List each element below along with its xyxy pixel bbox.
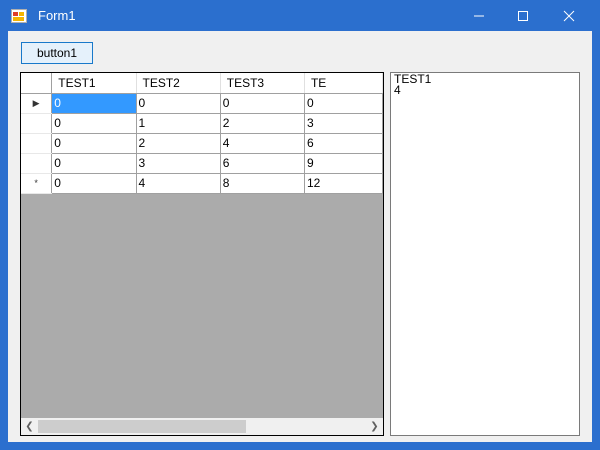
grid-corner-header[interactable] bbox=[21, 73, 53, 94]
row-header[interactable] bbox=[21, 133, 53, 154]
grid-cell[interactable]: 0 bbox=[51, 93, 137, 114]
column-header-test4[interactable]: TE bbox=[304, 73, 383, 94]
row-header-new-row-icon[interactable]: * bbox=[21, 173, 53, 194]
close-button[interactable] bbox=[546, 0, 592, 31]
column-header-test3[interactable]: TEST3 bbox=[220, 73, 305, 94]
table-row: 0 2 4 6 bbox=[21, 133, 383, 154]
row-header-current-icon[interactable]: ▶ bbox=[21, 93, 53, 114]
grid-cell[interactable]: 0 bbox=[51, 153, 137, 174]
table-row: ▶ 0 0 0 0 bbox=[21, 93, 383, 114]
grid-cell[interactable]: 0 bbox=[220, 93, 305, 114]
scroll-right-icon[interactable]: ❯ bbox=[366, 418, 383, 435]
grid-viewport: TEST1 TEST2 TEST3 TE ▶ 0 0 0 0 0 1 2 3 0… bbox=[21, 73, 383, 418]
grid-cell[interactable]: 3 bbox=[304, 113, 383, 134]
grid-cell[interactable]: 6 bbox=[220, 153, 305, 174]
horizontal-scrollbar[interactable]: ❮ ❯ bbox=[21, 418, 383, 435]
grid-cell[interactable]: 6 bbox=[304, 133, 383, 154]
column-header-test1[interactable]: TEST1 bbox=[51, 73, 137, 94]
grid-cell[interactable]: 9 bbox=[304, 153, 383, 174]
column-header-test2[interactable]: TEST2 bbox=[136, 73, 221, 94]
row-header[interactable] bbox=[21, 113, 53, 134]
form-client-area: button1 TEST1 TEST2 TEST3 TE ▶ 0 0 0 0 0… bbox=[8, 31, 592, 442]
grid-cell[interactable]: 0 bbox=[304, 93, 383, 114]
grid-cell[interactable]: 0 bbox=[51, 173, 137, 194]
data-grid-view[interactable]: TEST1 TEST2 TEST3 TE ▶ 0 0 0 0 0 1 2 3 0… bbox=[20, 72, 384, 436]
title-bar[interactable]: Form1 bbox=[0, 0, 600, 31]
button1[interactable]: button1 bbox=[21, 42, 93, 64]
minimize-button[interactable] bbox=[456, 0, 502, 31]
app-icon bbox=[11, 8, 27, 24]
table-row-new: * 0 4 8 12 bbox=[21, 173, 383, 194]
maximize-icon bbox=[518, 11, 528, 21]
scrollbar-thumb[interactable] bbox=[38, 420, 246, 433]
grid-cell[interactable]: 0 bbox=[51, 133, 137, 154]
window-title: Form1 bbox=[38, 8, 76, 23]
grid-cell[interactable]: 2 bbox=[136, 133, 221, 154]
close-icon bbox=[563, 10, 575, 22]
grid-cell[interactable]: 1 bbox=[136, 113, 221, 134]
data-grid-table: TEST1 TEST2 TEST3 TE ▶ 0 0 0 0 0 1 2 3 0… bbox=[21, 73, 383, 194]
grid-cell[interactable]: 0 bbox=[51, 113, 137, 134]
grid-cell[interactable]: 4 bbox=[220, 133, 305, 154]
app-window: Form1 button1 TEST1 TEST2 TEST3 TE ▶ 0 0… bbox=[0, 0, 600, 450]
minimize-icon bbox=[474, 15, 484, 17]
grid-cell[interactable]: 2 bbox=[220, 113, 305, 134]
grid-cell[interactable]: 0 bbox=[136, 93, 221, 114]
scroll-left-icon[interactable]: ❮ bbox=[21, 418, 38, 435]
grid-cell[interactable]: 12 bbox=[304, 173, 383, 194]
table-row: 0 1 2 3 bbox=[21, 113, 383, 134]
grid-cell[interactable]: 4 bbox=[136, 173, 221, 194]
grid-cell[interactable]: 8 bbox=[220, 173, 305, 194]
header-row: TEST1 TEST2 TEST3 TE bbox=[21, 73, 383, 94]
output-textbox[interactable]: TEST1 4 bbox=[390, 72, 580, 436]
row-header[interactable] bbox=[21, 153, 53, 174]
textbox-line: 4 bbox=[394, 83, 401, 97]
maximize-button[interactable] bbox=[500, 0, 546, 31]
table-row: 0 3 6 9 bbox=[21, 153, 383, 174]
textbox-line: TEST1 bbox=[394, 72, 432, 86]
grid-cell[interactable]: 3 bbox=[136, 153, 221, 174]
